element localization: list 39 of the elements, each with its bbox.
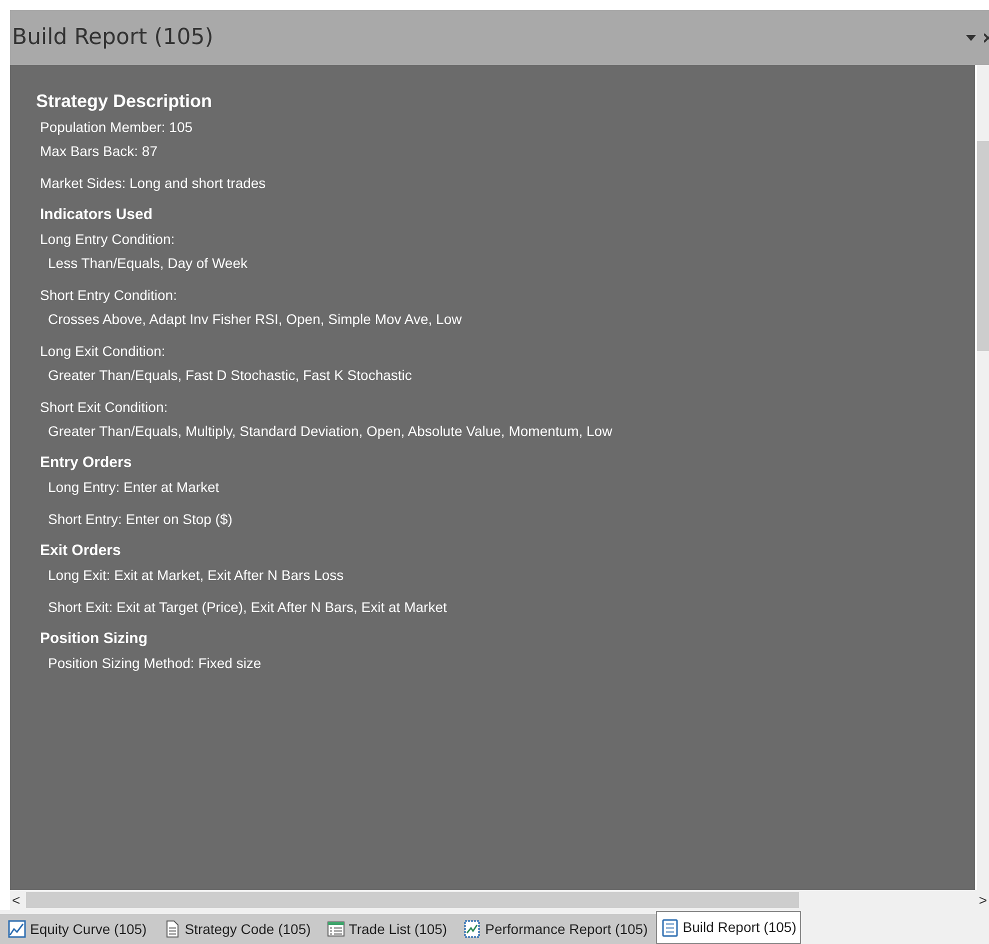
panel-title: Build Report (105) — [12, 24, 214, 52]
scroll-right-arrow[interactable]: > — [978, 893, 987, 907]
report-detail: Crosses Above, Adapt Inv Fisher RSI, Open, Simple Mov Ave, Low — [47, 310, 463, 329]
report-line: Short Exit Condition: — [39, 398, 169, 417]
report-detail: Greater Than/Equals, Fast D Stochastic, Fast K Stochastic — [47, 366, 413, 385]
list-document-icon — [660, 918, 679, 936]
section-heading: Position Sizing — [39, 629, 148, 649]
table-icon — [326, 920, 345, 938]
report-detail: Position Sizing Method: Fixed size — [47, 654, 262, 673]
report-detail: Short Exit: Exit at Target (Price), Exit After N Bars, Exit at Market — [47, 598, 448, 617]
scrollbar-thumb[interactable] — [26, 892, 799, 908]
document-tab[interactable]: Equity Curve (105) — [0, 914, 155, 944]
report-line: Short Entry Condition: — [39, 286, 178, 305]
report-detail: Long Entry: Enter at Market — [47, 478, 220, 497]
scrollbar-thumb[interactable] — [977, 141, 989, 351]
report-chart-icon — [463, 920, 482, 938]
report-line: Long Exit Condition: — [39, 342, 166, 361]
horizontal-scrollbar[interactable]: < > — [10, 890, 989, 910]
report-line: Market Sides: Long and short trades — [39, 174, 267, 193]
document-tab[interactable]: Trade List (105) — [318, 914, 456, 944]
close-icon[interactable] — [984, 32, 989, 42]
report-title: Strategy Description — [35, 90, 214, 113]
document-tab[interactable]: Strategy Code (105) — [154, 914, 319, 944]
report-detail: Long Exit: Exit at Market, Exit After N Bars Loss — [47, 566, 345, 585]
scroll-left-arrow[interactable]: < — [12, 893, 20, 907]
section-heading: Entry Orders — [39, 453, 133, 473]
section-heading: Exit Orders — [39, 541, 122, 561]
report-line: Population Member: 105 — [39, 118, 194, 137]
report-detail: Less Than/Equals, Day of Week — [47, 254, 248, 273]
line-chart-icon — [8, 920, 26, 938]
document-tab[interactable]: Build Report (105) — [656, 911, 802, 944]
report-detail: Short Entry: Enter on Stop ($) — [47, 510, 234, 529]
vertical-scrollbar[interactable] — [977, 65, 989, 890]
section-heading: Indicators Used — [39, 205, 154, 225]
report-detail: Greater Than/Equals, Multiply, Standard Deviation, Open, Absolute Value, Momentum, Low — [47, 422, 614, 441]
report-line: Max Bars Back: 87 — [39, 142, 158, 161]
document-tab[interactable]: Performance Report (105) — [455, 914, 656, 944]
dropdown-icon[interactable] — [966, 34, 976, 40]
report-line: Long Entry Condition: — [39, 230, 176, 249]
